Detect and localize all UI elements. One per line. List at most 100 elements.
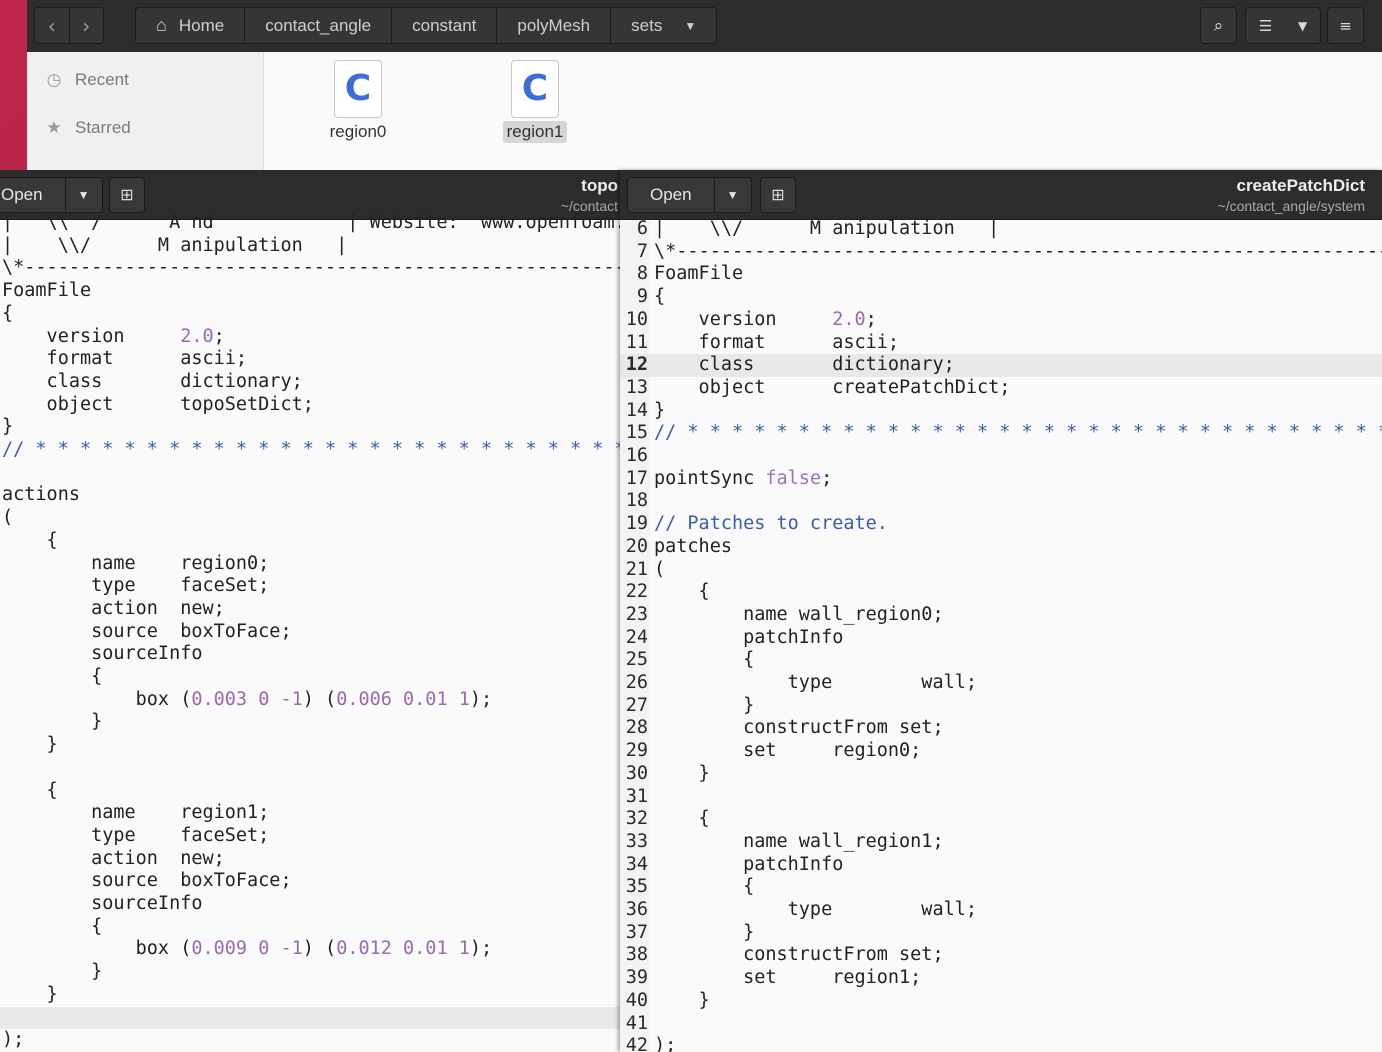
new-document-icon: ⊞ — [120, 185, 134, 204]
chevron-down-icon[interactable]: ▼ — [66, 188, 102, 202]
line-number: 37 — [625, 921, 648, 943]
search-button[interactable]: ⌕ — [1200, 7, 1237, 44]
new-document-icon: ⊞ — [771, 185, 785, 204]
line-number: 12 — [625, 354, 648, 376]
code-line: 20 patches — [620, 536, 1382, 559]
code-line: box (0.003 0 -1) (0.006 0.01 1); — [2, 688, 493, 710]
code-line: 34 patchInfo — [620, 854, 1382, 877]
chevron-down-icon: ▼ — [1297, 18, 1308, 33]
chevron-down-icon[interactable]: ▼ — [684, 19, 696, 33]
file-item-region1[interactable]: C region1 — [490, 60, 580, 143]
file-item-region0[interactable]: C region0 — [313, 60, 403, 143]
line-number: 22 — [625, 581, 648, 603]
code-line: 24 patchInfo — [620, 627, 1382, 650]
code-line: 11 format ascii; — [620, 332, 1382, 355]
crumb-label: sets — [631, 15, 663, 35]
crumb-contact-angle[interactable]: contact_angle — [245, 8, 393, 43]
code-line: } — [2, 961, 103, 983]
line-number: 33 — [625, 830, 648, 852]
line-number: 17 — [625, 467, 648, 489]
left-editor-window: Open ▼ ⊞ topo ~/contact | \\ / A nd | We… — [0, 170, 620, 1052]
code-line: 14} — [620, 400, 1382, 423]
document-title: topo — [581, 176, 618, 195]
code-line: action new; — [2, 597, 225, 619]
left-code-view[interactable]: | \\ / A nd | Website: www.openfoam.com |… — [0, 212, 620, 1052]
crumb-label: Home — [178, 15, 225, 35]
crumb-label: polyMesh — [517, 15, 591, 35]
code-line: } — [2, 416, 14, 438]
code-line: // * * * * * * * * * * * * * * * * * * *… — [2, 439, 620, 460]
forward-icon[interactable]: › — [70, 14, 104, 38]
code-line: \*--------------------------------------… — [2, 257, 620, 279]
open-button[interactable]: Open ▼ — [627, 177, 752, 213]
code-line: ); — [2, 1029, 25, 1051]
code-line: 8 FoamFile — [620, 263, 1382, 286]
code-line: actions — [2, 484, 80, 506]
new-tab-button[interactable]: ⊞ — [760, 177, 796, 213]
sidebar-item-recent[interactable]: ◷ Recent — [43, 65, 129, 95]
code-line: 30 } — [620, 763, 1382, 786]
file-manager-window: ‹ › ⌂ Home contact_angle constant polyMe… — [27, 0, 1382, 170]
back-icon[interactable]: ‹ — [35, 14, 69, 38]
code-line: { — [2, 779, 58, 801]
line-number: 40 — [625, 989, 648, 1011]
code-line: 10 version 2.0; — [620, 309, 1382, 332]
new-tab-button[interactable]: ⊞ — [109, 177, 145, 213]
code-line: 18 — [620, 490, 1382, 513]
file-name: region1 — [502, 121, 568, 143]
code-line: 6 | \\/ M anipulation | — [620, 218, 1382, 241]
file-manager-headerbar: ‹ › ⌂ Home contact_angle constant polyMe… — [27, 0, 1382, 52]
line-number: 36 — [625, 899, 648, 920]
line-number: 38 — [625, 944, 648, 966]
file-name: region0 — [329, 122, 387, 141]
left-editor-title: topo ~/contact — [561, 176, 618, 214]
open-button[interactable]: Open ▼ — [0, 177, 103, 213]
line-number: 30 — [625, 762, 648, 784]
crumb-constant[interactable]: constant — [392, 8, 498, 43]
home-icon: ⌂ — [156, 15, 167, 35]
crumb-sets[interactable]: sets ▼ — [611, 8, 717, 43]
line-number: 21 — [625, 558, 648, 580]
line-number: 31 — [625, 785, 648, 807]
view-options-button[interactable]: ☰ ▼ — [1245, 7, 1321, 44]
code-line: version 2.0; — [2, 325, 225, 347]
code-line: name region0; — [2, 552, 270, 574]
sidebar-item-starred[interactable]: ★ Starred — [43, 113, 131, 143]
code-line: 42); — [620, 1035, 1382, 1052]
code-line: } — [2, 983, 58, 1005]
crumb-label: constant — [412, 15, 477, 35]
code-line: name region1; — [2, 802, 270, 824]
line-number: 24 — [625, 626, 648, 648]
line-number: 29 — [625, 740, 648, 762]
code-line: 26 type wall; — [620, 672, 1382, 695]
document-title: createPatchDict — [1236, 176, 1365, 195]
right-code-view[interactable]: 6 | \\/ M anipulation | 7 \*---------------… — [620, 218, 1382, 1052]
line-number: 14 — [625, 399, 648, 421]
code-line: action new; — [2, 847, 225, 869]
line-number: 19 — [625, 513, 648, 535]
sidebar-item-label: Recent — [75, 70, 129, 89]
code-line: format ascii; — [2, 348, 248, 370]
chevron-down-icon[interactable]: ▼ — [715, 188, 751, 202]
code-line: } — [2, 711, 103, 733]
code-line: source boxToFace; — [2, 870, 292, 892]
line-number: 15 — [625, 422, 648, 444]
search-icon: ⌕ — [1213, 15, 1224, 36]
code-line — [0, 1006, 620, 1030]
code-line: { — [2, 666, 103, 687]
line-number: 26 — [625, 672, 648, 693]
sidebar-item-label: Starred — [75, 118, 131, 137]
crumb-polymesh[interactable]: polyMesh — [497, 8, 612, 43]
open-label: Open — [628, 178, 715, 212]
menu-button[interactable]: ≡ — [1327, 7, 1364, 44]
code-line: 7 \*-------------------------------------… — [620, 241, 1382, 264]
code-line: 21( — [620, 559, 1382, 582]
open-label: Open — [0, 178, 66, 212]
line-number: 35 — [625, 876, 648, 898]
line-number: 23 — [625, 603, 648, 625]
code-line: class dictionary; — [2, 370, 303, 392]
crumb-home[interactable]: ⌂ Home — [136, 8, 246, 43]
line-number: 18 — [625, 490, 648, 512]
path-bar: ⌂ Home contact_angle constant polyMesh s… — [135, 7, 718, 44]
